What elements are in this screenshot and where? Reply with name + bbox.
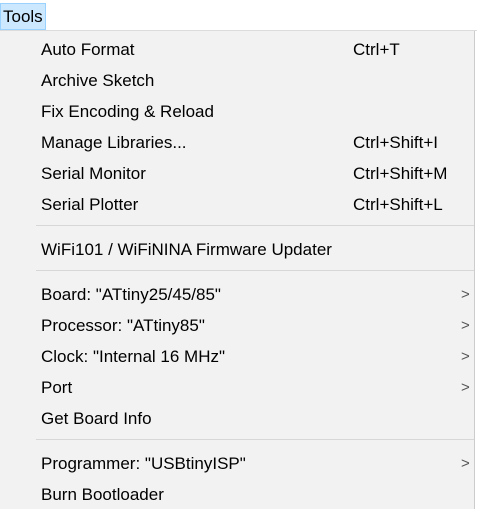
chevron-right-icon: > xyxy=(461,455,470,472)
menu-item-port[interactable]: Port > xyxy=(0,372,474,403)
menu-item-label: Archive Sketch xyxy=(41,71,155,90)
menu-item-label: Clock: "Internal 16 MHz" xyxy=(41,347,226,366)
menu-item-label: WiFi101 / WiFiNINA Firmware Updater xyxy=(41,240,332,259)
menu-item-fix-encoding-reload[interactable]: Fix Encoding & Reload xyxy=(0,96,474,127)
menu-item-label: Board: "ATtiny25/45/85" xyxy=(41,285,221,304)
menu-item-get-board-info[interactable]: Get Board Info xyxy=(0,403,474,434)
menu-item-auto-format[interactable]: Auto Format Ctrl+T xyxy=(0,34,474,65)
menu-item-manage-libraries[interactable]: Manage Libraries... Ctrl+Shift+I xyxy=(0,127,474,158)
menu-separator xyxy=(36,270,474,271)
menu-item-shortcut: Ctrl+Shift+L xyxy=(353,195,443,214)
menu-separator xyxy=(36,439,474,440)
tools-dropdown-menu: Auto Format Ctrl+T Archive Sketch Fix En… xyxy=(0,31,475,509)
menu-item-board[interactable]: Board: "ATtiny25/45/85" > xyxy=(0,279,474,310)
chevron-right-icon: > xyxy=(461,379,470,396)
menu-item-burn-bootloader[interactable]: Burn Bootloader xyxy=(0,479,474,510)
menu-bar: Tools xyxy=(0,0,477,31)
menu-item-label: Programmer: "USBtinyISP" xyxy=(41,454,246,473)
menu-item-archive-sketch[interactable]: Archive Sketch xyxy=(0,65,474,96)
chevron-right-icon: > xyxy=(461,286,470,303)
menu-item-shortcut: Ctrl+Shift+I xyxy=(353,133,439,152)
menu-item-label: Port xyxy=(41,378,73,397)
menu-item-shortcut: Ctrl+T xyxy=(353,40,400,59)
menu-item-clock[interactable]: Clock: "Internal 16 MHz" > xyxy=(0,341,474,372)
menu-item-label: Processor: "ATtiny85" xyxy=(41,316,205,335)
menu-item-serial-plotter[interactable]: Serial Plotter Ctrl+Shift+L xyxy=(0,189,474,220)
chevron-right-icon: > xyxy=(461,348,470,365)
menu-separator xyxy=(36,225,474,226)
menu-item-label: Fix Encoding & Reload xyxy=(41,102,214,121)
menu-item-shortcut: Ctrl+Shift+M xyxy=(353,164,448,183)
menu-item-label: Serial Plotter xyxy=(41,195,139,214)
menu-item-label: Burn Bootloader xyxy=(41,485,164,504)
menu-item-label: Manage Libraries... xyxy=(41,133,187,152)
menu-item-label: Get Board Info xyxy=(41,409,152,428)
chevron-right-icon: > xyxy=(461,317,470,334)
menu-item-label: Auto Format xyxy=(41,40,135,59)
menu-tools[interactable]: Tools xyxy=(0,3,46,30)
menu-item-processor[interactable]: Processor: "ATtiny85" > xyxy=(0,310,474,341)
menu-item-serial-monitor[interactable]: Serial Monitor Ctrl+Shift+M xyxy=(0,158,474,189)
menu-item-label: Serial Monitor xyxy=(41,164,146,183)
menu-item-programmer[interactable]: Programmer: "USBtinyISP" > xyxy=(0,448,474,479)
menu-item-wifi-firmware-updater[interactable]: WiFi101 / WiFiNINA Firmware Updater xyxy=(0,234,474,265)
